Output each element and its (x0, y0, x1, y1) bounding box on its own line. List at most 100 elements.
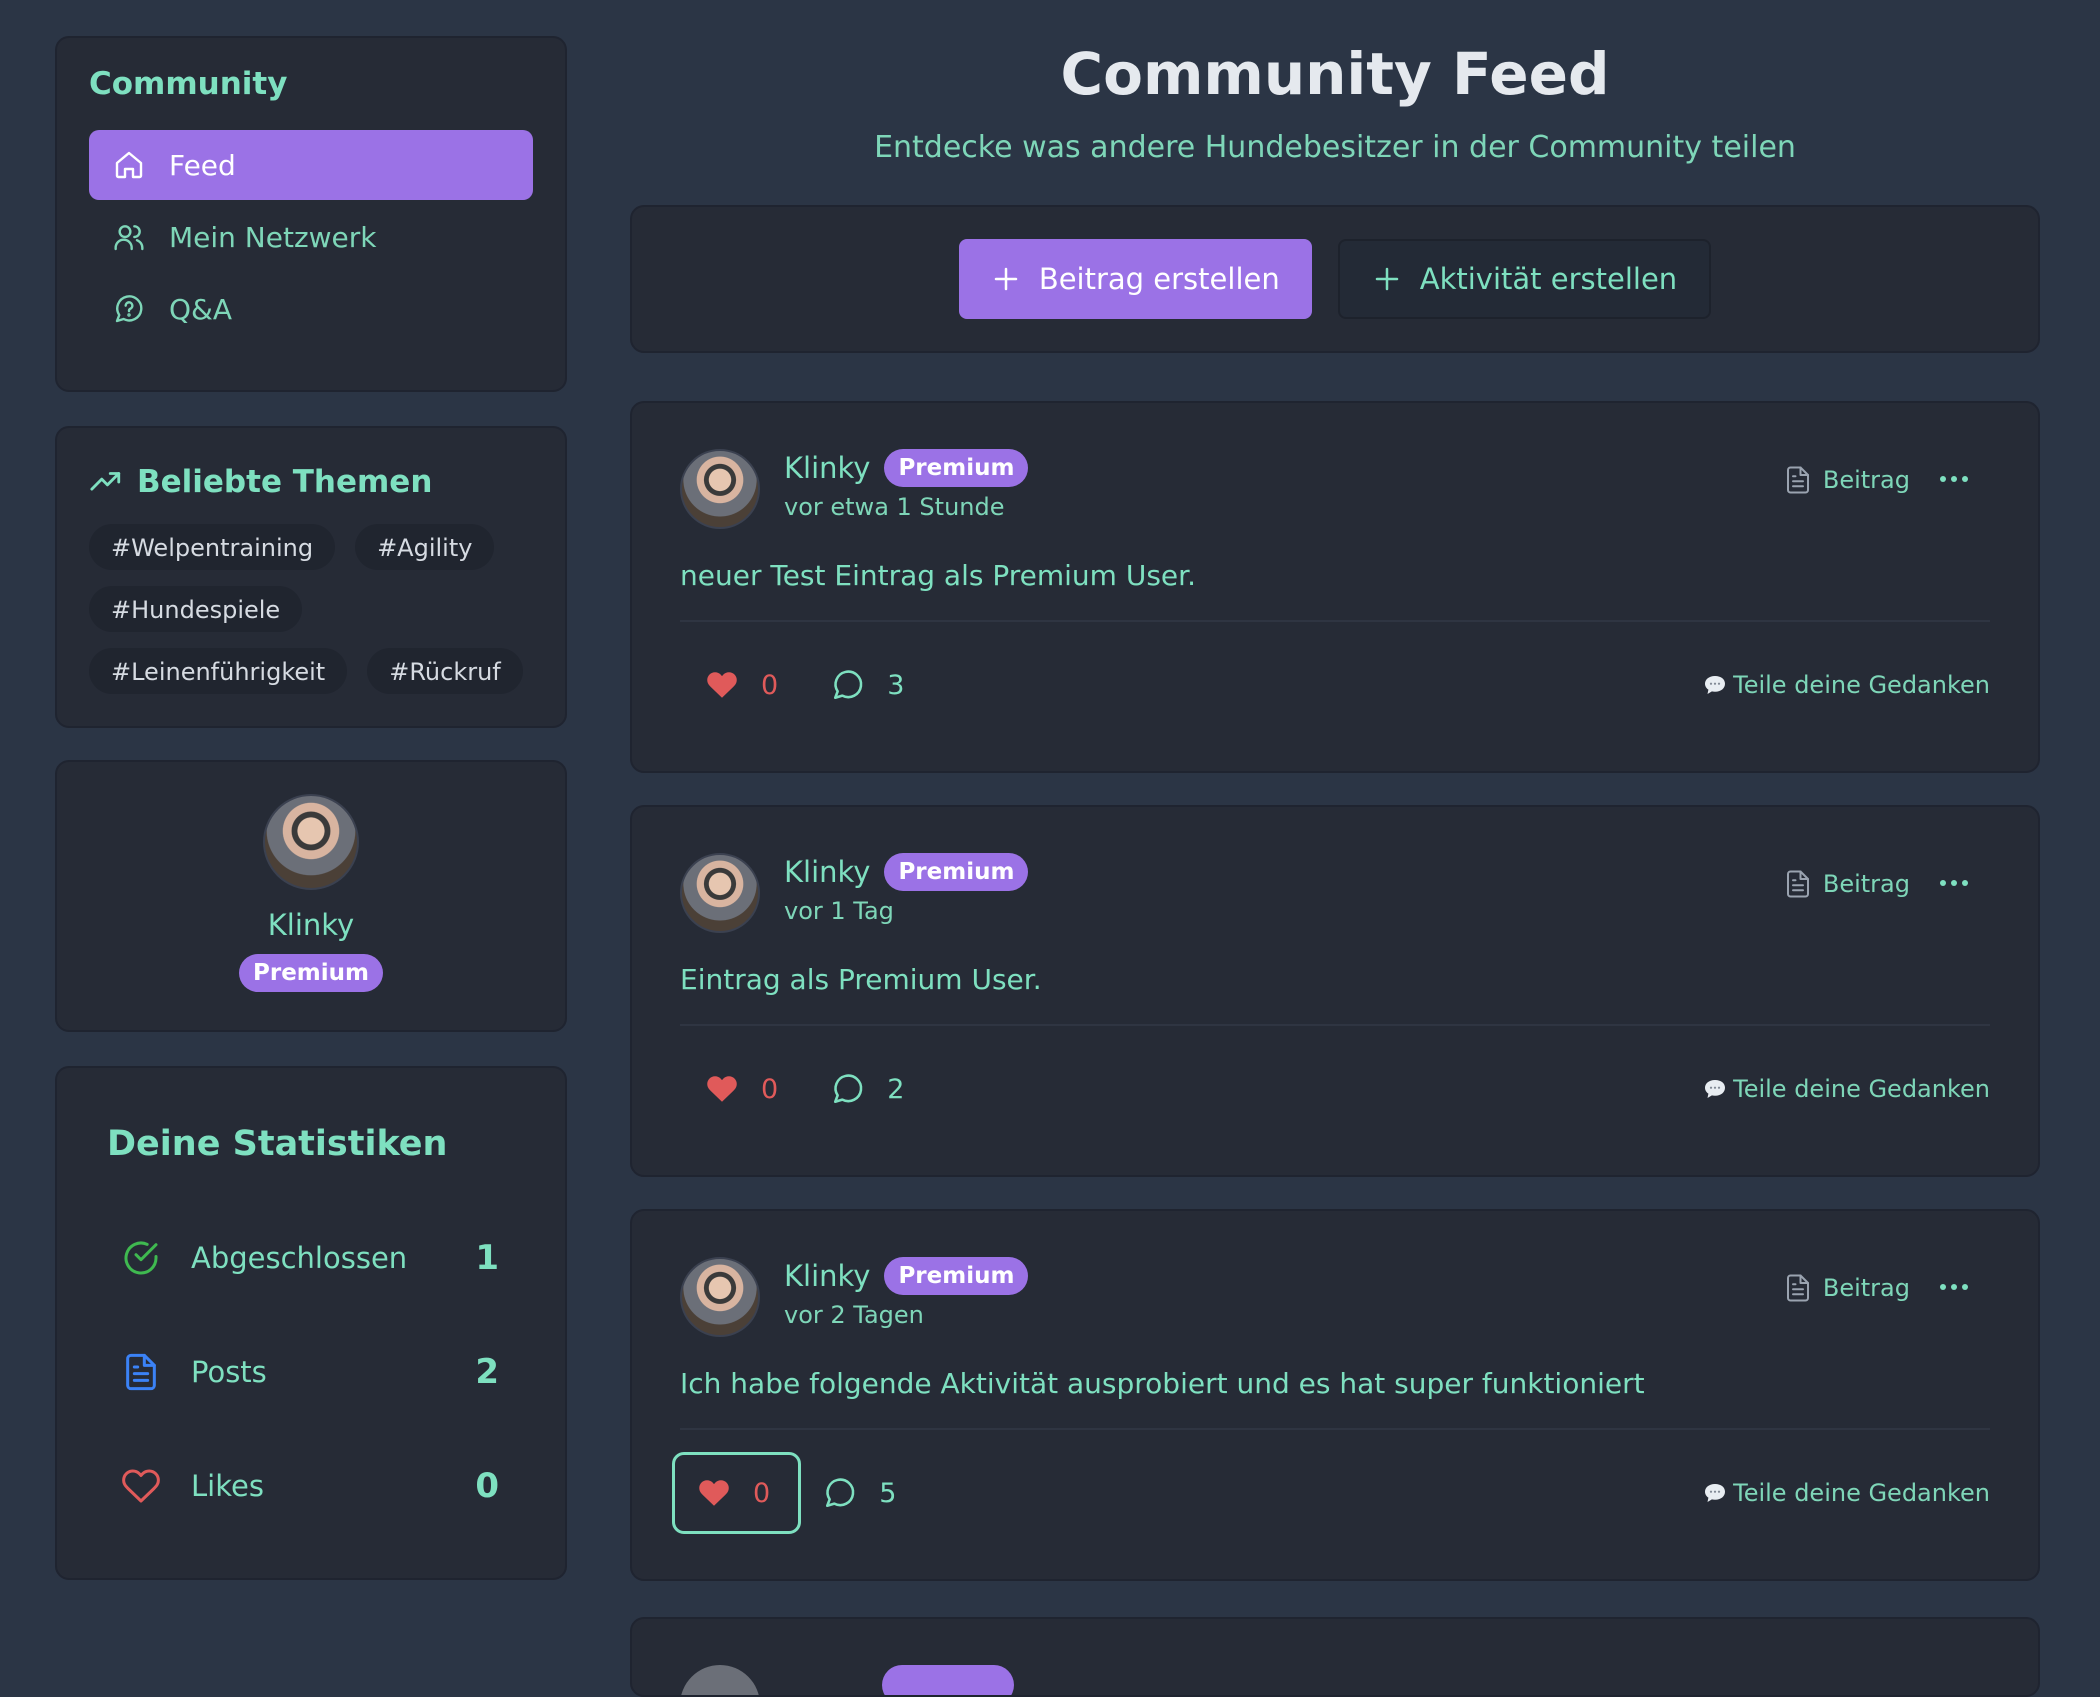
comment-button[interactable]: 2 (831, 1072, 904, 1106)
community-nav-list: Feed Mein Netzwerk Q&A (89, 130, 533, 344)
post-actions: 0 5 Teile deine Gedanken (672, 1448, 1990, 1538)
topic-tag[interactable]: #Welpentraining (89, 524, 336, 570)
comment-icon (826, 1478, 855, 1508)
more-options-icon[interactable] (1934, 867, 1974, 899)
create-post-button[interactable]: Beitrag erstellen (958, 239, 1312, 319)
like-button[interactable]: 0 (680, 1048, 809, 1130)
avatar[interactable] (263, 794, 359, 890)
popular-topics-card: Beliebte Themen #Welpentraining #Agility… (55, 426, 567, 728)
feed-post-partial (630, 1617, 2040, 1697)
document-icon (1786, 870, 1809, 898)
share-thoughts-link[interactable]: Teile deine Gedanken (1703, 671, 1990, 699)
plus-icon (994, 267, 1018, 291)
comment-icon (834, 1074, 863, 1104)
profile-card: Klinky Premium (55, 760, 567, 1032)
profile-name[interactable]: Klinky (57, 908, 565, 942)
comment-count: 3 (887, 669, 905, 701)
popular-topics-header: Beliebte Themen (89, 464, 533, 500)
create-post-label: Beitrag erstellen (1038, 262, 1280, 296)
stat-value: 0 (475, 1466, 499, 1506)
stat-value: 2 (475, 1352, 499, 1392)
feed-post: Klinky Premium vor etwa 1 Stunde Beitrag… (630, 401, 2040, 773)
post-author-row: Klinky Premium (784, 1257, 1029, 1295)
heart-outline-icon (122, 1469, 160, 1503)
trending-up-icon (90, 472, 121, 491)
topic-tag[interactable]: #Leinenführigkeit (89, 648, 348, 694)
sidebar-item-label: Mein Netzwerk (169, 220, 377, 254)
community-nav-title: Community (89, 66, 288, 102)
speech-bubble-icon (1705, 1080, 1726, 1098)
like-button[interactable]: 0 (680, 644, 809, 726)
more-options-icon[interactable] (1934, 1271, 1974, 1303)
post-type-text: Beitrag (1822, 1274, 1910, 1302)
post-author[interactable]: Klinky (784, 1259, 870, 1293)
popular-topics-title: Beliebte Themen (137, 464, 433, 500)
topic-tag[interactable]: #Hundespiele (89, 586, 303, 632)
post-type-text: Beitrag (1822, 466, 1910, 494)
premium-badge: Premium (884, 1257, 1029, 1295)
premium-badge: Premium (239, 954, 383, 992)
avatar[interactable] (680, 1665, 760, 1695)
share-thoughts-text: Teile deine Gedanken (1733, 1479, 1990, 1507)
post-content: neuer Test Eintrag als Premium User. (680, 559, 1990, 622)
feed-post: Klinky Premium vor 2 Tagen Beitrag Ich h… (630, 1209, 2040, 1581)
speech-bubble-icon (1705, 1484, 1726, 1502)
comment-count: 2 (887, 1073, 905, 1105)
stat-row-likes: Likes 0 (107, 1466, 515, 1506)
post-meta: Klinky Premium vor etwa 1 Stunde (784, 449, 1029, 521)
topic-tags: #Welpentraining #Agility #Hundespiele #L… (89, 524, 533, 694)
post-type-label: Beitrag (1783, 1273, 1910, 1303)
post-author-row: Klinky Premium (784, 853, 1029, 891)
post-meta: Klinky Premium vor 2 Tagen (784, 1257, 1029, 1329)
users-icon (114, 225, 144, 251)
post-meta: Klinky Premium vor 1 Tag (784, 853, 1029, 925)
post-type-label: Beitrag (1783, 465, 1910, 495)
home-icon (115, 151, 143, 179)
heart-icon (707, 1076, 737, 1102)
comment-icon (834, 670, 863, 700)
post-author[interactable]: Klinky (784, 855, 870, 889)
document-icon (1786, 466, 1809, 494)
sidebar-item-network[interactable]: Mein Netzwerk (89, 202, 533, 272)
share-thoughts-link[interactable]: Teile deine Gedanken (1703, 1479, 1990, 1507)
stat-label: Abgeschlossen (191, 1241, 408, 1275)
share-thoughts-link[interactable]: Teile deine Gedanken (1703, 1075, 1990, 1103)
comment-button[interactable]: 5 (823, 1476, 896, 1510)
community-nav-card: Community Feed Mein Netzwerk Q&A (55, 36, 567, 392)
stat-row-posts: Posts 2 (107, 1352, 515, 1392)
like-count: 0 (761, 1073, 779, 1105)
avatar[interactable] (680, 853, 760, 933)
plus-icon (1375, 267, 1398, 291)
document-icon (126, 1353, 156, 1391)
share-thoughts-text: Teile deine Gedanken (1733, 1075, 1990, 1103)
post-author[interactable]: Klinky (784, 451, 870, 485)
avatar[interactable] (680, 449, 760, 529)
main-feed: Community Feed Entdecke was andere Hunde… (630, 36, 2040, 1697)
sidebar-item-label: Q&A (169, 292, 233, 326)
create-activity-button[interactable]: Aktivität erstellen (1337, 239, 1712, 319)
more-options-icon[interactable] (1934, 463, 1974, 495)
stat-label: Likes (191, 1469, 264, 1503)
create-activity-label: Aktivität erstellen (1419, 262, 1678, 296)
post-author-row: Klinky Premium (784, 449, 1029, 487)
avatar[interactable] (680, 1257, 760, 1337)
speech-bubble-icon (1705, 676, 1726, 694)
comment-button[interactable]: 3 (831, 668, 904, 702)
topic-tag[interactable]: #Rückruf (367, 648, 523, 694)
post-content: Eintrag als Premium User. (680, 963, 1990, 1026)
post-content: Ich habe folgende Aktivität ausprobiert … (680, 1367, 1990, 1430)
premium-badge: Premium (884, 449, 1029, 487)
create-actions-card: Beitrag erstellen Aktivität erstellen (630, 205, 2040, 353)
topic-tag[interactable]: #Agility (355, 524, 495, 570)
question-bubble-icon (115, 295, 143, 323)
stat-value: 1 (475, 1238, 499, 1278)
sidebar-item-feed[interactable]: Feed (89, 130, 533, 200)
post-timestamp: vor etwa 1 Stunde (784, 493, 1005, 521)
sidebar-item-qa[interactable]: Q&A (89, 274, 533, 344)
like-count: 0 (753, 1477, 771, 1509)
like-button[interactable]: 0 (672, 1452, 802, 1534)
heart-icon (699, 1480, 729, 1506)
sidebar-item-label: Feed (169, 148, 236, 182)
post-actions: 0 3 Teile deine Gedanken (680, 640, 1990, 730)
page-title: Community Feed (1060, 40, 1610, 108)
